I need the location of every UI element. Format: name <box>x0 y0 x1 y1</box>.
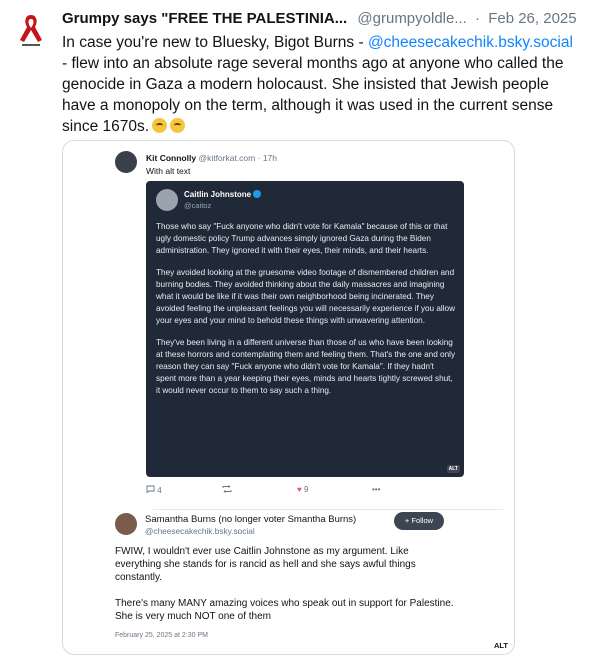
embedded-image[interactable]: Kit Connolly @kitforkat.com · 17h With a… <box>62 140 515 655</box>
divider <box>153 509 503 510</box>
caitlin-paragraph-3: They've been living in a different unive… <box>156 338 456 395</box>
author-avatar[interactable] <box>10 10 52 52</box>
kit-alt-caption: With alt text <box>146 166 191 176</box>
caitlin-paragraph-1: Those who say "Fuck anyone who didn't vo… <box>156 222 448 255</box>
caitlin-quote-card: Caitlin Johnstone @caitoz Those who say … <box>146 181 464 477</box>
post-text-part1: In case you're new to Bluesky, Bigot Bur… <box>62 34 368 51</box>
post-header: Grumpy says "FREE THE PALESTINIA... @gru… <box>62 10 578 28</box>
flushed-emoji-icon <box>170 118 186 133</box>
reply-action: 4 <box>146 485 162 495</box>
kit-name: Kit Connolly <box>146 153 197 163</box>
samantha-handle: @cheesecakechik.bsky.social <box>145 526 255 536</box>
eye-roll-emoji-icon <box>152 118 168 133</box>
post-date[interactable]: Feb 26, 2025 <box>488 10 576 27</box>
samantha-avatar <box>115 513 137 535</box>
author-handle[interactable]: @grumpyoldle... <box>357 10 466 27</box>
kit-action-bar: 4 ♥ 9 ••• <box>146 485 464 497</box>
mention-link[interactable]: @cheesecakechik.bsky.social <box>368 34 573 51</box>
repost-action <box>222 485 232 495</box>
samantha-paragraph-2: There's many MANY amazing voices who spe… <box>115 598 454 622</box>
post-text: In case you're new to Bluesky, Bigot Bur… <box>62 32 582 137</box>
samantha-body: FWIW, I wouldn't ever use Caitlin Johnst… <box>115 545 455 636</box>
caitlin-handle: @caitoz <box>184 201 212 210</box>
alt-badge[interactable]: ALT <box>494 641 508 650</box>
reply-count: 4 <box>157 486 162 495</box>
screenshot-content: Kit Connolly @kitforkat.com · 17h With a… <box>113 145 503 510</box>
caitlin-paragraph-2: They avoided looking at the gruesome vid… <box>156 268 456 325</box>
red-ribbon-icon <box>20 15 42 46</box>
kit-time: · 17h <box>257 153 277 163</box>
like-count: 9 <box>303 485 309 494</box>
like-action: ♥ 9 <box>297 485 308 494</box>
samantha-paragraph-1: FWIW, I wouldn't ever use Caitlin Johnst… <box>115 546 416 583</box>
verified-badge-icon <box>253 190 262 198</box>
caitlin-avatar <box>156 189 178 211</box>
author-name[interactable]: Grumpy says "FREE THE PALESTINIA... <box>62 10 347 27</box>
comment-icon <box>146 485 155 494</box>
caitlin-name: Caitlin Johnstone <box>184 190 252 199</box>
caitlin-name-row: Caitlin Johnstone <box>184 190 262 199</box>
samantha-name: Samantha Burns (no longer voter Smantha … <box>145 514 357 525</box>
heart-icon: ♥ <box>297 485 302 494</box>
header-separator: · <box>475 10 481 27</box>
post-text-part2: - flew into an absolute rage several mon… <box>62 55 564 135</box>
kit-handle: @kitforkat.com <box>198 153 256 163</box>
inner-alt-badge: ALT <box>446 465 460 473</box>
follow-button: + Follow <box>394 512 444 530</box>
caitlin-body: Those who say "Fuck anyone who didn't vo… <box>156 221 456 407</box>
kit-avatar <box>115 151 137 173</box>
kit-header: Kit Connolly @kitforkat.com · 17h <box>146 153 277 163</box>
repost-icon <box>222 485 232 493</box>
ellipsis-icon: ••• <box>372 485 381 494</box>
samantha-date: February 25, 2025 at 2:30 PM <box>115 632 208 639</box>
